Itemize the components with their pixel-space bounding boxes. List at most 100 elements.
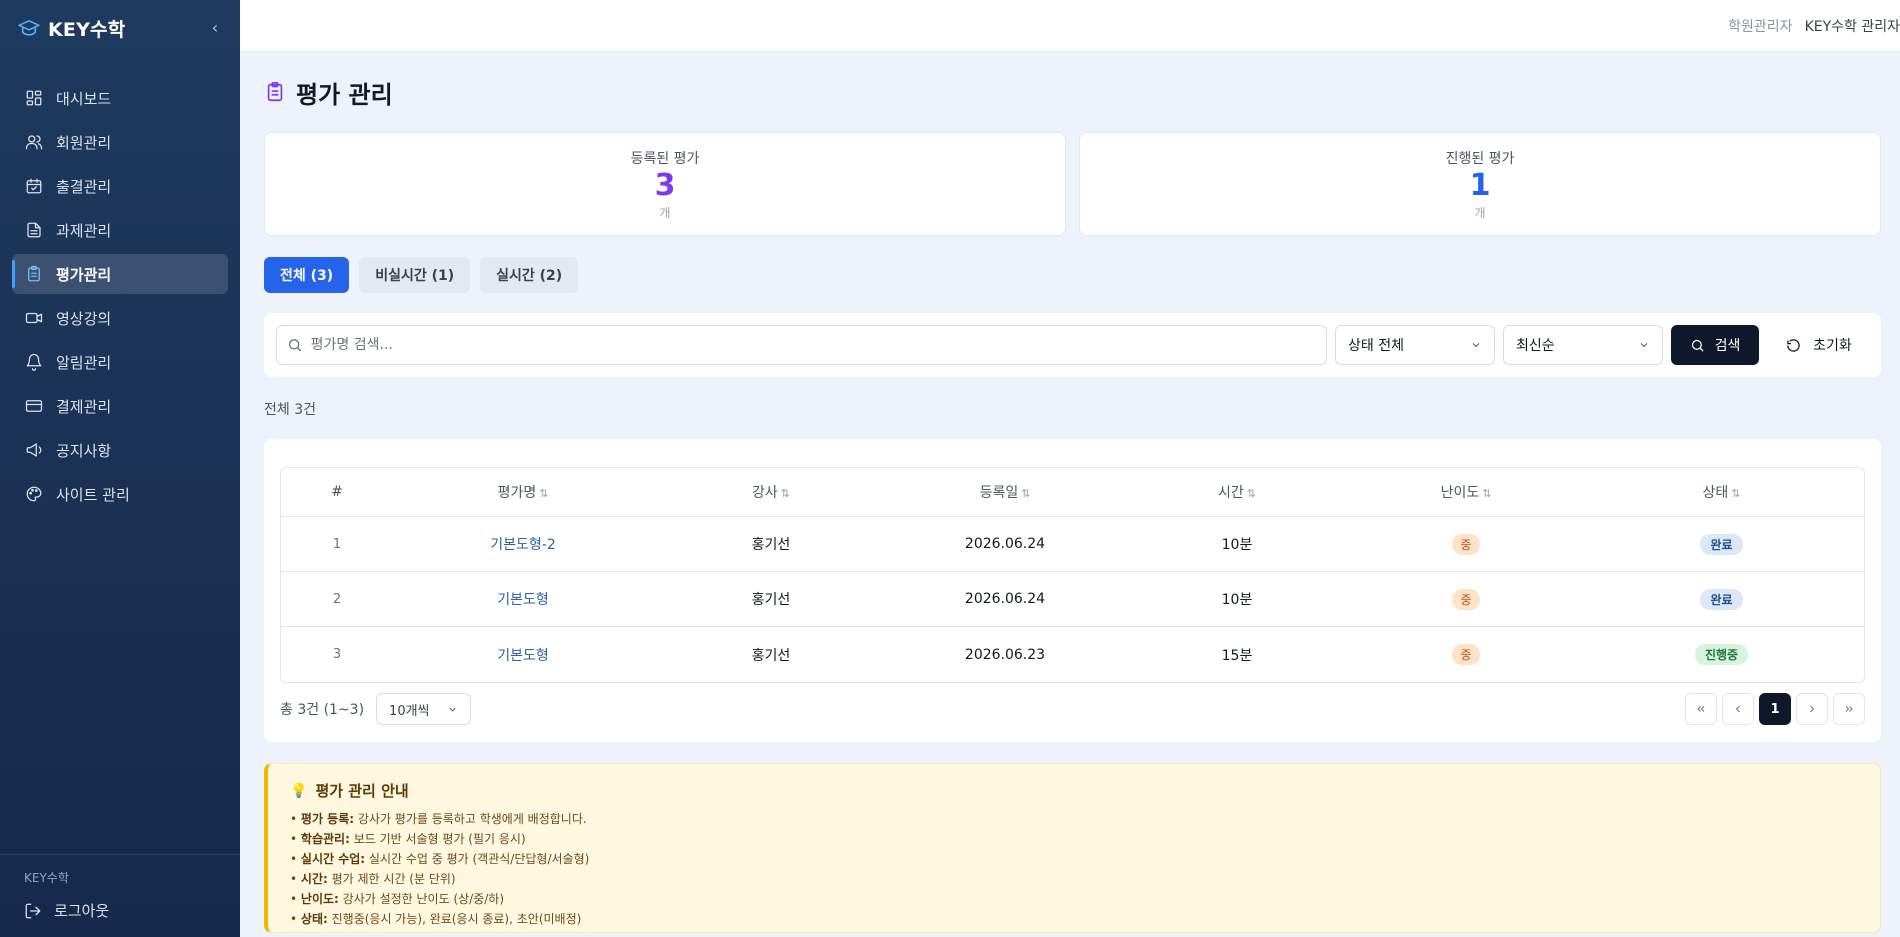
col-header-difficulty[interactable]: 난이도 ⇅ xyxy=(1353,468,1579,517)
difficulty-badge: 중 xyxy=(1452,644,1480,665)
stat-unit: 개 xyxy=(1474,205,1486,220)
guide-item-text: 평가 제한 시간 (분 단위) xyxy=(327,872,456,886)
table-row[interactable]: 1 기본도형-2 홍기선 2026.06.24 10분 중 완료 xyxy=(281,517,1864,572)
tab-non-realtime[interactable]: 비실시간 (1) xyxy=(359,257,471,293)
col-label: 강사 xyxy=(752,485,778,501)
sidebar-item-dashboard[interactable]: 대시보드 xyxy=(12,78,228,118)
first-page-button[interactable] xyxy=(1685,693,1717,725)
guide-item-text: 강사가 설정한 난이도 (상/중/하) xyxy=(338,892,505,906)
evaluations-table: # 평가명 ⇅ 강사 ⇅ 등록일 ⇅ 시간 ⇅ 난이도 ⇅ 상태 ⇅ 1 기본도형-2 홍기… xyxy=(280,467,1865,683)
cell-teacher: 홍기선 xyxy=(751,647,791,664)
sidebar-item-site-settings[interactable]: 사이트 관리 xyxy=(12,474,228,514)
search-icon xyxy=(1691,339,1704,352)
cell-date: 2026.06.24 xyxy=(889,572,1121,627)
sidebar-item-videos[interactable]: 영상강의 xyxy=(12,298,228,338)
sidebar-item-label: 대시보드 xyxy=(56,89,112,108)
page-title: 평가 관리 xyxy=(296,80,393,109)
user-role: 학원관리자 xyxy=(1728,18,1793,35)
sort-select[interactable]: 최신순 xyxy=(1503,325,1663,365)
tab-all[interactable]: 전체 (3) xyxy=(264,257,350,293)
guide-item-key: 상태: xyxy=(300,912,328,926)
sidebar-item-evaluations[interactable]: 평가관리 xyxy=(12,254,228,294)
last-page-button[interactable] xyxy=(1833,693,1865,725)
cell-teacher: 홍기선 xyxy=(653,517,889,572)
sidebar-item-payments[interactable]: 결제관리 xyxy=(12,386,228,426)
guide-item: • 난이도: 강사가 설정한 난이도 (상/중/하) xyxy=(290,892,505,906)
cell-num: 2 xyxy=(281,572,393,627)
sidebar-item-assignments[interactable]: 과제관리 xyxy=(12,210,228,250)
chevron-right-icon xyxy=(1810,705,1815,713)
dashboard-icon xyxy=(24,88,44,108)
sidebar-footer: KEY수학 로그아웃 xyxy=(0,854,240,937)
main-content: 평가 관리 등록된 평가 3 개 진행된 평가 1 개 전체 (3) 비실시간 … xyxy=(264,52,1881,933)
stat-unit: 개 xyxy=(659,205,671,220)
search-box xyxy=(276,325,1327,365)
sidebar-item-attendance[interactable]: 출결관리 xyxy=(12,166,228,206)
status-select-value: 상태 전체 xyxy=(1348,338,1404,354)
guide-item: • 평가 등록: 강사가 평가를 등록하고 학생에게 배정합니다. xyxy=(290,812,587,826)
user-name[interactable]: KEY수학 관리자 xyxy=(1805,16,1900,36)
sidebar-item-notices[interactable]: 공지사항 xyxy=(12,430,228,470)
table-card: # 평가명 ⇅ 강사 ⇅ 등록일 ⇅ 시간 ⇅ 난이도 ⇅ 상태 ⇅ 1 기본도형-2 홍기… xyxy=(264,439,1881,742)
sort-icon: ⇅ xyxy=(1731,487,1741,500)
col-header-time[interactable]: 시간 ⇅ xyxy=(1121,468,1353,517)
stat-card-registered: 등록된 평가 3 개 xyxy=(264,132,1066,236)
col-header-status[interactable]: 상태 ⇅ xyxy=(1579,468,1864,517)
per-page-value: 10개씩 xyxy=(389,703,430,719)
brand: KEY수학 ‹ xyxy=(0,0,240,56)
calendar-check-icon xyxy=(24,176,44,196)
page-header: 평가 관리 xyxy=(264,52,1881,132)
cell-date: 2026.06.24 xyxy=(889,517,1121,572)
prev-page-button[interactable] xyxy=(1722,693,1754,725)
chevrons-left-icon xyxy=(1697,706,1705,712)
guide-panel: 💡 평가 관리 안내 • 평가 등록: 강사가 평가를 등록하고 학생에게 배정… xyxy=(264,763,1881,933)
page-button-current[interactable]: 1 xyxy=(1759,693,1791,725)
cell-time: 10분 xyxy=(1121,517,1353,572)
chevron-left-icon[interactable]: ‹ xyxy=(208,20,222,36)
sort-icon: ⇅ xyxy=(1482,487,1492,500)
cell-time: 10분 xyxy=(1121,572,1353,627)
guide-item: • 시간: 평가 제한 시간 (분 단위) xyxy=(290,872,456,886)
sidebar-item-notifications[interactable]: 알림관리 xyxy=(12,342,228,382)
filter-tabs: 전체 (3) 비실시간 (1) 실시간 (2) xyxy=(264,257,1881,293)
guide-item-key: 학습관리: xyxy=(300,832,350,846)
table-row[interactable]: 3 기본도형 홍기선 2026.06.23 15분 중 진행중 xyxy=(281,627,1864,682)
sidebar-nav: 대시보드 회원관리 출결관리 과제관리 평가관리 영상강의 알림관리 결제관리 xyxy=(0,78,240,514)
filter-bar: 상태 전체 최신순 검색 초기화 xyxy=(264,313,1881,377)
col-label: 평가명 xyxy=(497,485,537,501)
cell-difficulty: 중 xyxy=(1353,517,1579,572)
cell-num: 3 xyxy=(332,647,342,662)
col-label: # xyxy=(331,484,343,500)
col-header-teacher[interactable]: 강사 ⇅ xyxy=(653,468,889,517)
stat-value: 3 xyxy=(654,167,676,203)
chevron-down-icon xyxy=(1640,343,1648,348)
reset-button[interactable]: 초기화 xyxy=(1769,325,1869,365)
search-button[interactable]: 검색 xyxy=(1671,325,1759,365)
guide-item-text: 진행중(응시 가능), 완료(응시 종료), 초안(미배정) xyxy=(327,912,582,926)
col-header-title[interactable]: 평가명 ⇅ xyxy=(393,468,653,517)
sort-select-value: 최신순 xyxy=(1516,338,1555,354)
per-page-select[interactable]: 10개씩 xyxy=(376,693,472,725)
status-select[interactable]: 상태 전체 xyxy=(1335,325,1495,365)
cell-title-link[interactable]: 기본도형-2 xyxy=(393,517,653,572)
cell-date: 2026.06.23 xyxy=(964,646,1046,663)
chevrons-right-icon xyxy=(1845,706,1853,712)
next-page-button[interactable] xyxy=(1796,693,1828,725)
search-input[interactable] xyxy=(310,337,1316,353)
table-row[interactable]: 2 기본도형 홍기선 2026.06.24 10분 중 완료 xyxy=(281,572,1864,627)
users-icon xyxy=(24,132,44,152)
difficulty-badge: 중 xyxy=(1452,533,1480,555)
cell-num: 1 xyxy=(281,517,393,572)
col-header-date[interactable]: 등록일 ⇅ xyxy=(889,468,1121,517)
sidebar-item-label: 공지사항 xyxy=(56,441,112,460)
chevron-left-icon xyxy=(1735,705,1740,713)
sidebar-item-label: 회원관리 xyxy=(56,133,112,152)
logout-button[interactable]: 로그아웃 xyxy=(24,900,216,921)
sidebar-item-members[interactable]: 회원관리 xyxy=(12,122,228,162)
tab-realtime[interactable]: 실시간 (2) xyxy=(480,257,579,293)
cell-title-link[interactable]: 기본도형 xyxy=(393,627,653,682)
total-count: 총 3건 (1~3) xyxy=(280,702,365,718)
cell-title-link[interactable]: 기본도형 xyxy=(393,572,653,627)
stat-label: 진행된 평가 xyxy=(1445,150,1515,167)
cell-status: 완료 xyxy=(1579,517,1864,572)
